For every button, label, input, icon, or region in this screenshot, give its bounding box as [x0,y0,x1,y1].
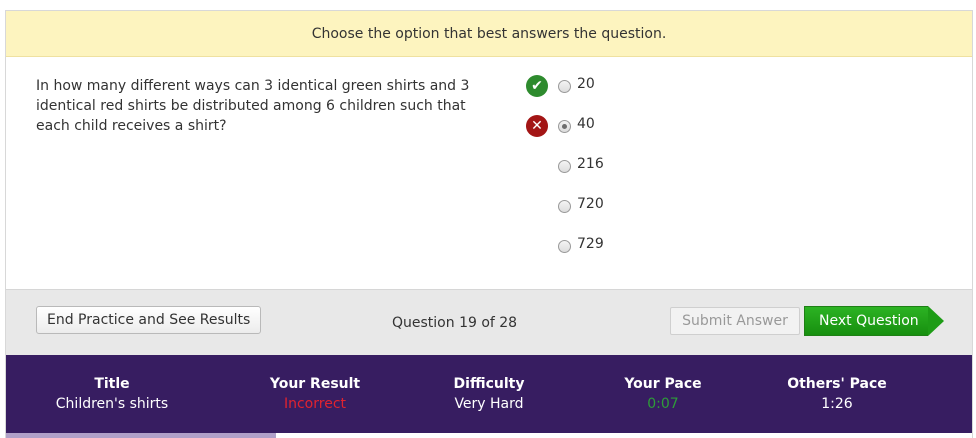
progress-fill [6,433,277,438]
option-radio[interactable] [558,160,571,173]
stat-difficulty-label: Difficulty [453,376,525,392]
x-icon: ✕ [526,115,548,137]
stat-pace: Your Pace 0:07 [583,375,743,415]
question-text: In how many different ways can 3 identic… [36,78,470,134]
option-radio[interactable] [558,80,571,93]
option-label: 729 [577,236,604,252]
option-label: 20 [577,76,595,92]
stats-bar: Title Children's shirts Your Result Inco… [6,355,972,433]
end-practice-button[interactable]: End Practice and See Results [36,306,262,334]
next-question-button[interactable]: Next Question [804,306,928,336]
stat-title-label: Title [94,376,130,392]
option-label: 720 [577,196,604,212]
stat-result-value: Incorrect [283,396,347,412]
question-panel: Choose the option that best answers the … [5,10,973,438]
option-radio[interactable] [558,200,571,213]
stat-difficulty-value: Very Hard [454,396,524,412]
stat-difficulty: Difficulty Very Hard [409,375,569,415]
stat-pace-value: 0:07 [647,396,679,412]
option-radio[interactable] [558,120,571,133]
stat-others-label: Others' Pace [787,376,887,392]
stat-title-value: Children's shirts [55,396,169,412]
stat-title: Title Children's shirts [32,375,192,415]
question-area: In how many different ways can 3 identic… [6,57,972,289]
option-radio[interactable] [558,240,571,253]
option-label: 216 [577,156,604,172]
stat-result-label: Your Result [269,376,361,392]
submit-answer-button[interactable]: Submit Answer [670,307,800,335]
stat-others-pace: Others' Pace 1:26 [757,375,917,415]
option-label: 40 [577,116,595,132]
stat-pace-label: Your Pace [624,376,702,392]
progress-bar [6,433,972,438]
stat-result: Your Result Incorrect [235,375,395,415]
question-counter: Question 19 of 28 [392,315,518,331]
check-icon: ✔ [526,75,548,97]
next-arrow-icon[interactable] [928,306,944,336]
instructions-banner: Choose the option that best answers the … [6,11,972,57]
action-bar: End Practice and See Results Question 19… [6,289,972,355]
stat-others-value: 1:26 [821,396,853,412]
